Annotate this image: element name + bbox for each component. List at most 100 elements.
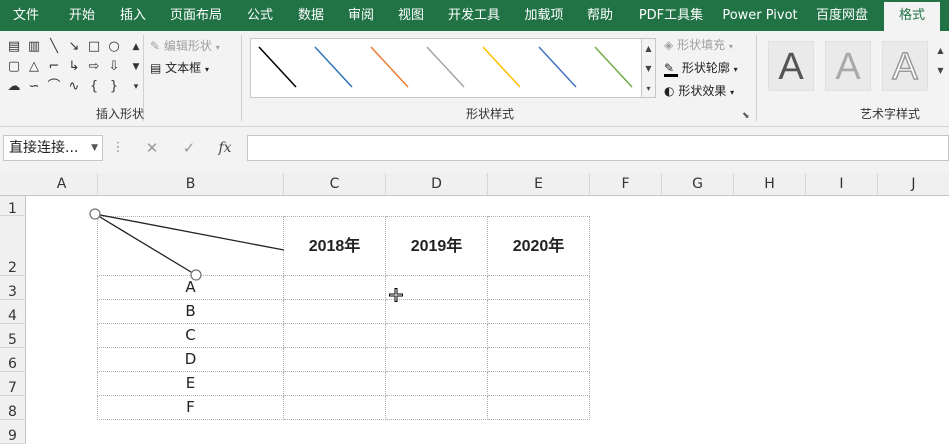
more-options-icon[interactable]: ⋮ <box>106 135 130 161</box>
column-header-g[interactable]: G <box>662 173 734 195</box>
row-label-cell[interactable]: C <box>97 324 284 348</box>
data-cell[interactable] <box>284 300 386 324</box>
tab-insert[interactable]: 插入 <box>110 0 156 31</box>
rounded-rectangle-shape-icon[interactable]: ▢ <box>6 59 22 75</box>
wordart-style-3[interactable]: A <box>882 41 928 91</box>
triangle-shape-icon[interactable]: △ <box>26 59 42 75</box>
scroll-down-icon[interactable]: ▼ <box>642 59 655 79</box>
cancel-icon[interactable]: ✕ <box>140 135 164 161</box>
row-header-3[interactable]: 3 <box>0 276 26 300</box>
shape-outline-button[interactable]: ✎ 形状轮廓 ▾ <box>664 58 738 78</box>
shape-styles-gallery[interactable] <box>250 38 642 98</box>
tab-file[interactable]: 文件 <box>0 0 52 31</box>
arrow-line-shape-icon[interactable]: ↘ <box>66 39 82 55</box>
tab-help[interactable]: 帮助 <box>580 0 620 31</box>
tab-pdf-tools[interactable]: PDF工具集 <box>632 0 710 31</box>
tab-power-pivot[interactable]: Power Pivot <box>718 0 802 31</box>
column-header-f[interactable]: F <box>590 173 662 195</box>
row-header-9[interactable]: 9 <box>0 420 26 444</box>
name-box[interactable]: 直接连接... ▼ <box>3 135 103 161</box>
freeform-shape-icon[interactable]: ☁ <box>6 79 22 95</box>
tab-format[interactable]: 格式 <box>884 2 940 31</box>
tab-review[interactable]: 审阅 <box>340 0 382 31</box>
row-label-cell[interactable]: D <box>97 348 284 372</box>
rectangle-shape-icon[interactable]: □ <box>86 39 102 55</box>
data-cell[interactable] <box>488 372 590 396</box>
chevron-down-icon[interactable]: ▼ <box>91 136 98 160</box>
data-cell[interactable] <box>488 396 590 420</box>
column-header-b[interactable]: B <box>98 173 284 195</box>
scroll-up-icon[interactable]: ▲ <box>642 39 655 59</box>
data-cell[interactable] <box>284 396 386 420</box>
data-cell[interactable] <box>386 396 488 420</box>
row-label-cell[interactable]: B <box>97 300 284 324</box>
data-cell[interactable] <box>386 324 488 348</box>
column-header-e[interactable]: E <box>488 173 590 195</box>
dialog-launcher-icon[interactable]: ⬊ <box>742 111 750 121</box>
column-header-j[interactable]: J <box>878 173 949 195</box>
more-styles-icon[interactable]: ▾ <box>642 79 655 99</box>
wordart-style-1[interactable]: A <box>768 41 814 91</box>
tab-baidu-netdisk[interactable]: 百度网盘 <box>810 0 874 31</box>
wordart-style-2[interactable]: A <box>825 41 871 91</box>
row-header-1[interactable]: 1 <box>0 196 26 217</box>
header-cell-year[interactable]: 2018年 <box>284 216 386 276</box>
data-cell[interactable] <box>284 348 386 372</box>
row-header-8[interactable]: 8 <box>0 396 26 420</box>
elbow-connector-icon[interactable]: ⌐ <box>46 59 62 75</box>
enter-icon[interactable]: ✓ <box>177 135 201 161</box>
data-cell[interactable] <box>386 372 488 396</box>
data-cell[interactable] <box>284 324 386 348</box>
left-brace-shape-icon[interactable]: { <box>86 79 102 95</box>
down-arrow-shape-icon[interactable]: ⇩ <box>106 59 122 75</box>
right-brace-shape-icon[interactable]: } <box>106 79 122 95</box>
text-box-button[interactable]: ▤ 文本框 ▾ <box>150 58 209 78</box>
header-cell-year[interactable]: 2020年 <box>488 216 590 276</box>
row-header-2[interactable]: 2 <box>0 216 26 276</box>
column-header-c[interactable]: C <box>284 173 386 195</box>
data-cell[interactable] <box>488 324 590 348</box>
tab-page-layout[interactable]: 页面布局 <box>162 0 230 31</box>
row-header-6[interactable]: 6 <box>0 348 26 372</box>
gallery-more-icon[interactable]: ▾ <box>128 79 144 95</box>
text-box-shape-icon[interactable]: ▤ <box>6 39 22 55</box>
shape-effects-button[interactable]: ◐ 形状效果 ▾ <box>664 81 734 101</box>
row-header-5[interactable]: 5 <box>0 324 26 348</box>
diagonal-header-cell[interactable] <box>97 216 284 276</box>
data-cell[interactable] <box>386 348 488 372</box>
row-header-7[interactable]: 7 <box>0 372 26 396</box>
data-cell[interactable] <box>488 348 590 372</box>
row-label-cell[interactable]: E <box>97 372 284 396</box>
tab-addins[interactable]: 加载项 <box>518 0 570 31</box>
data-cell[interactable] <box>488 276 590 300</box>
column-header-i[interactable]: I <box>806 173 878 195</box>
tab-home[interactable]: 开始 <box>56 0 108 31</box>
gallery-down-icon[interactable]: ▼ <box>128 59 144 75</box>
scribble-shape-icon[interactable]: ∽ <box>26 79 42 95</box>
gallery-up-icon[interactable]: ▲ <box>128 39 144 55</box>
data-cell[interactable] <box>284 276 386 300</box>
wordart-up-icon[interactable]: ▲ <box>934 41 947 61</box>
column-header-h[interactable]: H <box>734 173 806 195</box>
data-cell[interactable] <box>284 372 386 396</box>
column-header-d[interactable]: D <box>386 173 488 195</box>
header-cell-year[interactable]: 2019年 <box>386 216 488 276</box>
row-header-4[interactable]: 4 <box>0 300 26 324</box>
edit-shape-button[interactable]: ✎ 编辑形状 ▾ <box>150 36 220 56</box>
shape-fill-button[interactable]: ◈ 形状填充 ▾ <box>664 35 733 55</box>
column-header-a[interactable]: A <box>26 173 98 195</box>
arc-shape-icon[interactable]: ⌒ <box>46 79 62 95</box>
elbow-arrow-connector-icon[interactable]: ↳ <box>66 59 82 75</box>
tab-view[interactable]: 视图 <box>390 0 432 31</box>
data-cell[interactable] <box>386 300 488 324</box>
tab-data[interactable]: 数据 <box>290 0 332 31</box>
oval-shape-icon[interactable]: ○ <box>106 39 122 55</box>
tab-developer[interactable]: 开发工具 <box>442 0 506 31</box>
tab-formulas[interactable]: 公式 <box>238 0 282 31</box>
wordart-down-icon[interactable]: ▼ <box>934 61 947 81</box>
right-arrow-shape-icon[interactable]: ⇨ <box>86 59 102 75</box>
line-shape-icon[interactable]: ╲ <box>46 39 62 55</box>
vertical-text-box-icon[interactable]: ▥ <box>26 39 42 55</box>
data-cell[interactable] <box>488 300 590 324</box>
formula-input[interactable] <box>247 135 949 161</box>
